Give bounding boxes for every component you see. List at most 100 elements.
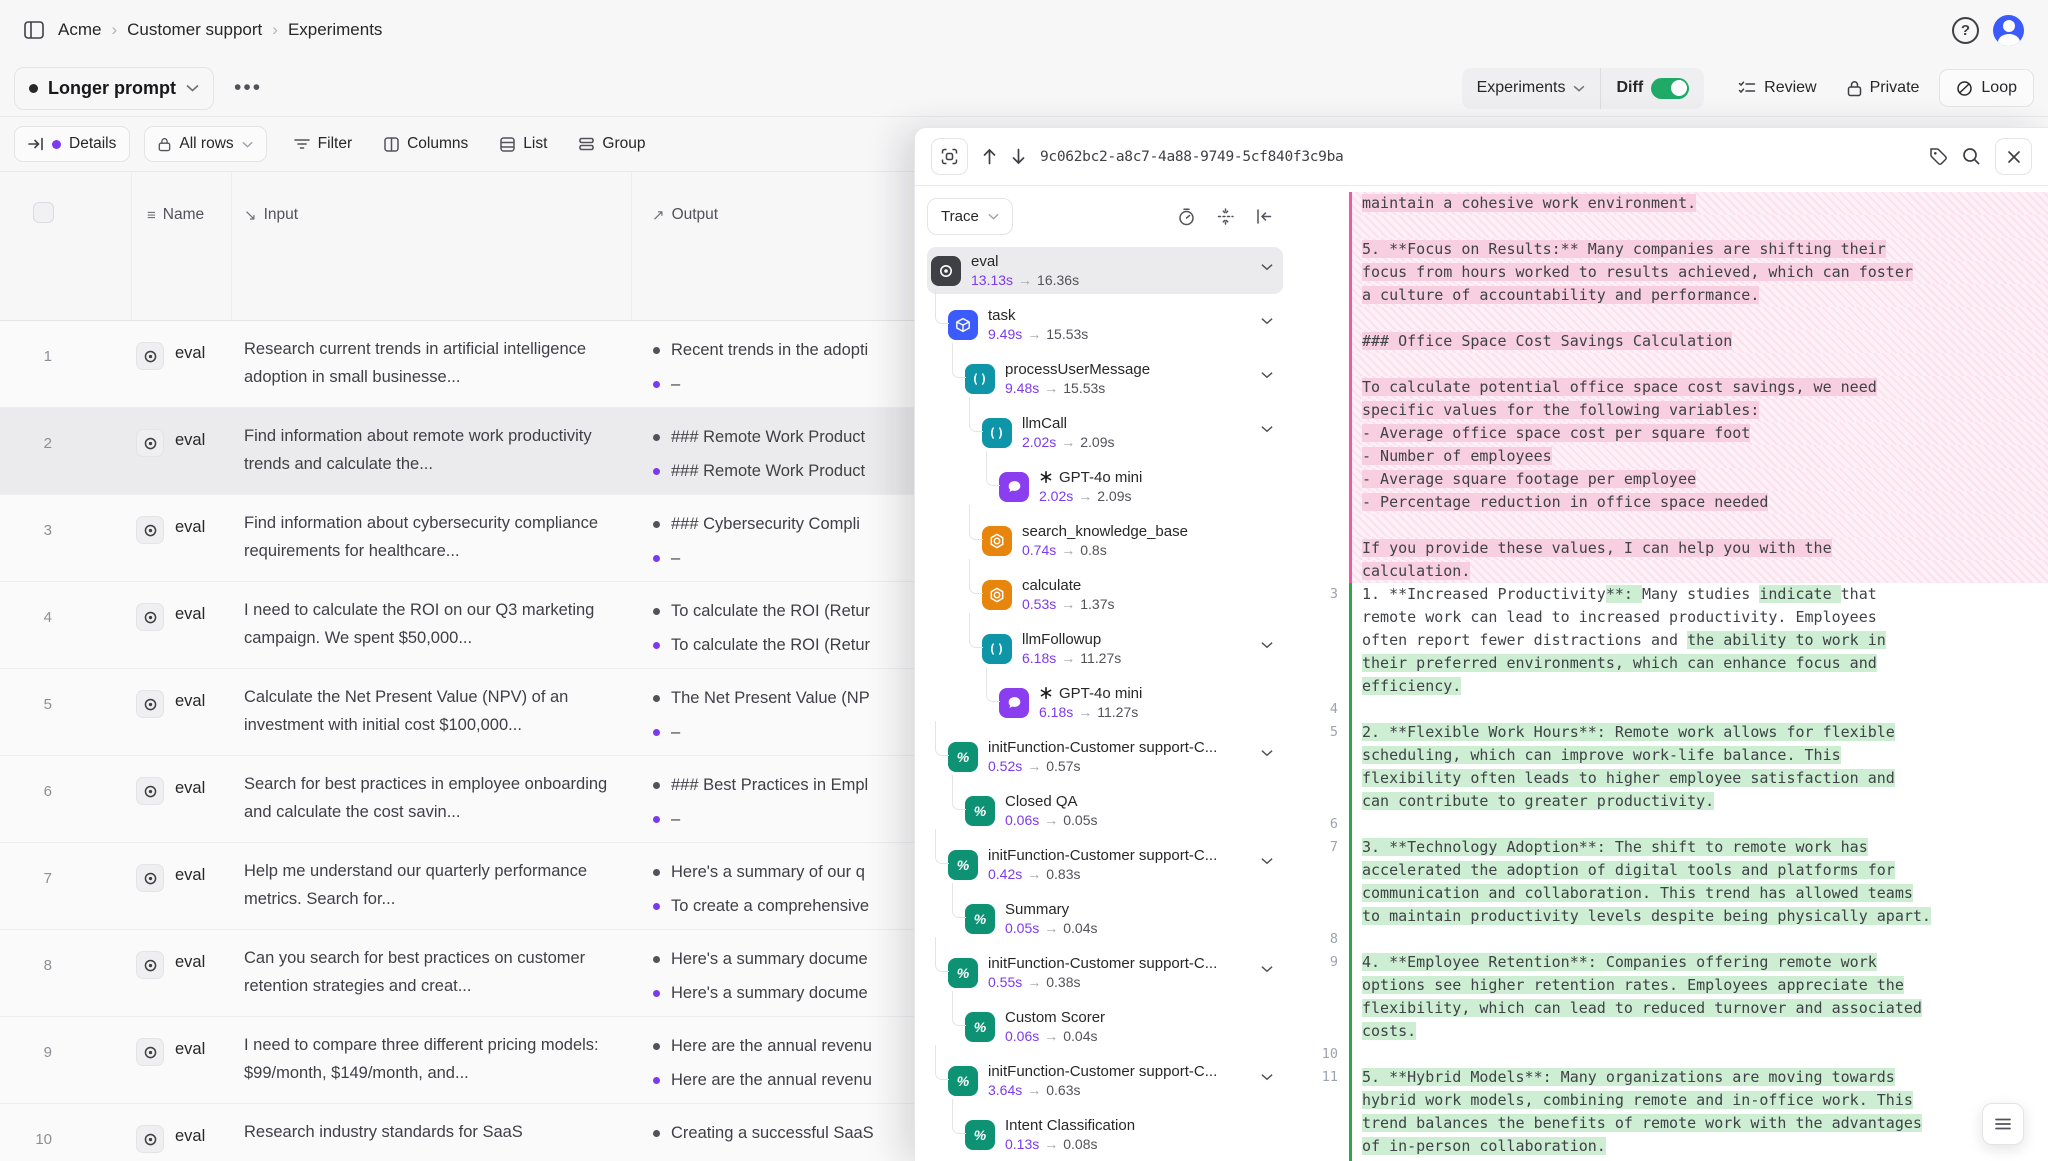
span-row[interactable]: () llmFollowup 6.18s→11.27s: [927, 625, 1283, 672]
column-header-output[interactable]: ↗ Output: [652, 206, 718, 224]
output-bullet-icon: [653, 990, 660, 997]
span-row[interactable]: eval 13.13s→16.36s: [927, 247, 1283, 294]
span-row[interactable]: % initFunction-Customer support-C... 0.4…: [927, 841, 1283, 888]
output-text: Here are the annual revenu: [671, 1037, 872, 1056]
span-row[interactable]: % Closed QA 0.06s→0.05s: [927, 787, 1283, 834]
private-label: Private: [1870, 79, 1920, 97]
trace-panel: 9c062bc2-a8c7-4a88-9749-5cf840f3c9ba Tra…: [914, 127, 2048, 1161]
span-duration-comparison: 0.08s: [1063, 1136, 1097, 1152]
tag-icon[interactable]: [1929, 147, 1948, 166]
timing-icon[interactable]: [1178, 208, 1195, 226]
chevron-down-icon[interactable]: [1261, 317, 1273, 325]
more-options-button[interactable]: •••: [224, 72, 272, 104]
breadcrumb-separator: ›: [111, 20, 117, 40]
chevron-down-icon[interactable]: [1261, 749, 1273, 757]
span-row[interactable]: task 9.49s→15.53s: [927, 301, 1283, 348]
lock-icon: [158, 137, 171, 152]
diff-line-text: flexibility, which can lead to reduced t…: [1352, 997, 2048, 1020]
experiment-selector[interactable]: Longer prompt: [14, 67, 214, 110]
eval-icon: [136, 516, 164, 544]
private-button[interactable]: Private: [1837, 71, 1930, 105]
collapse-panel-icon[interactable]: [1256, 209, 1273, 224]
chevron-down-icon[interactable]: [1261, 965, 1273, 973]
span-row[interactable]: % Intent Classification 0.13s→0.08s: [927, 1111, 1283, 1158]
select-all-checkbox[interactable]: [33, 202, 54, 223]
diff-line-text: their preferred environments, which can …: [1352, 652, 2048, 675]
span-row[interactable]: search_knowledge_base 0.74s→0.8s: [927, 517, 1283, 564]
details-button[interactable]: Details: [14, 126, 130, 162]
chevron-down-icon[interactable]: [1261, 371, 1273, 379]
output-bullet-icon: [653, 608, 660, 615]
rows-filter-dropdown[interactable]: All rows: [144, 126, 266, 162]
span-row[interactable]: % Summary 0.05s→0.04s: [927, 895, 1283, 942]
help-icon[interactable]: ?: [1952, 17, 1979, 44]
chevron-down-icon: [988, 213, 999, 220]
diff-line: - Number of employees: [1293, 445, 2048, 468]
eval-icon: [136, 1125, 164, 1153]
span-durations: 0.13s→0.08s: [1005, 1136, 1098, 1152]
diff-line: options see higher retention rates. Empl…: [1293, 974, 2048, 997]
next-row-button[interactable]: [1011, 148, 1026, 165]
collapse-all-icon[interactable]: [1217, 208, 1234, 225]
group-button[interactable]: Group: [566, 127, 658, 161]
diff-line: 10: [1293, 1043, 2048, 1066]
view-dropdown[interactable]: Experiments: [1462, 68, 1601, 109]
chevron-down-icon[interactable]: [1261, 641, 1273, 649]
avatar[interactable]: [1993, 15, 2024, 46]
task-span-icon: [948, 310, 978, 340]
tool-span-icon: [982, 526, 1012, 556]
previous-row-button[interactable]: [982, 148, 997, 165]
eval-icon: [136, 342, 164, 370]
span-durations: 2.02s→2.09s: [1022, 434, 1115, 450]
output-text: ### Remote Work Product: [671, 428, 865, 447]
scorer-span-icon: %: [965, 1012, 995, 1042]
list-button[interactable]: List: [487, 127, 560, 161]
columns-button[interactable]: Columns: [371, 127, 481, 161]
diff-line-text: [1352, 215, 2048, 238]
search-icon[interactable]: [1962, 147, 1981, 166]
row-number: 3: [0, 495, 66, 581]
span-info: Intent Classification 0.13s→0.08s: [1005, 1116, 1283, 1154]
span-row[interactable]: % initFunction-Customer support-C... 0.5…: [927, 949, 1283, 996]
span-row[interactable]: % initFunction-Customer support-C... 0.5…: [927, 733, 1283, 780]
line-number: 8: [1293, 928, 1349, 951]
span-row[interactable]: () processUserMessage 9.48s→15.53s: [927, 355, 1283, 402]
column-header-input[interactable]: ↘ Input: [244, 206, 298, 224]
row-name: eval: [175, 605, 205, 624]
close-panel-button[interactable]: [1995, 138, 2032, 175]
chevron-down-icon[interactable]: [1261, 425, 1273, 433]
focus-trace-button[interactable]: [931, 138, 968, 175]
filter-button[interactable]: Filter: [281, 127, 365, 161]
span-row[interactable]: calculate 0.53s→1.37s: [927, 571, 1283, 618]
chevron-down-icon[interactable]: [1261, 857, 1273, 865]
tree-actions: [1178, 208, 1279, 226]
breadcrumb-project[interactable]: Customer support: [127, 20, 262, 40]
breadcrumb-org[interactable]: Acme: [58, 20, 101, 40]
chevron-down-icon[interactable]: [1261, 1073, 1273, 1081]
span-row[interactable]: % Custom Scorer 0.06s→0.04s: [927, 1003, 1283, 1050]
sidebar-toggle-icon[interactable]: [24, 21, 44, 39]
line-number: [1293, 468, 1349, 491]
span-duration-current: 6.18s: [1022, 650, 1056, 666]
arrow-up-icon: [982, 148, 997, 165]
span-row[interactable]: % initFunction-Customer support-C... 3.6…: [927, 1057, 1283, 1104]
loop-button[interactable]: Loop: [1939, 69, 2034, 107]
span-row[interactable]: GPT-4o mini 6.18s→11.27s: [927, 679, 1283, 726]
diff-line-text: - Average office space cost per square f…: [1352, 422, 2048, 445]
arrow-down-icon: [1011, 148, 1026, 165]
diff-line: 115. **Hybrid Models**: Many organizatio…: [1293, 1066, 2048, 1089]
text-options-button[interactable]: [1982, 1103, 2024, 1145]
diff-toggle[interactable]: [1651, 78, 1689, 99]
span-row[interactable]: () llmCall 2.02s→2.09s: [927, 409, 1283, 456]
experiment-name: Longer prompt: [48, 78, 176, 99]
span-row[interactable]: GPT-4o mini 2.02s→2.09s: [927, 463, 1283, 510]
span-info: initFunction-Customer support-C... 0.55s…: [988, 954, 1283, 992]
trace-view-dropdown[interactable]: Trace: [927, 198, 1013, 235]
chevron-down-icon[interactable]: [1261, 263, 1273, 271]
column-header-name[interactable]: ≡ Name: [147, 206, 204, 224]
review-button[interactable]: Review: [1728, 71, 1826, 105]
diff-line-text: communication and collaboration. This tr…: [1352, 882, 2048, 905]
line-number: 7: [1293, 836, 1349, 859]
breadcrumb-section[interactable]: Experiments: [288, 20, 382, 40]
span-info: processUserMessage 9.48s→15.53s: [1005, 360, 1283, 398]
